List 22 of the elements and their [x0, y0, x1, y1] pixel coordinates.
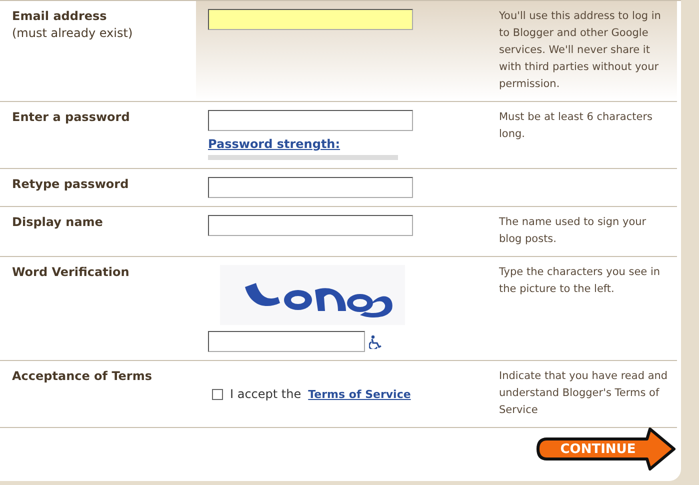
accept-label: I accept the	[230, 387, 302, 401]
wheelchair-icon[interactable]	[369, 334, 382, 348]
help-text: Type the characters you see in the picture to the left.	[499, 265, 662, 297]
input-field[interactable]	[208, 177, 413, 198]
password-strength-link[interactable]: Password strength:	[208, 137, 340, 151]
help-text: You'll use this address to log in to Blogger and other Google services. We'll never share it with third parties without your permission.	[499, 9, 662, 92]
checkbox[interactable]	[212, 388, 223, 400]
help-text: The name used to sign your blog posts.	[499, 215, 648, 247]
input-field[interactable]	[208, 331, 365, 352]
field-label: Retype password	[12, 177, 130, 191]
terms-of-service-link[interactable]: Terms of Service	[308, 388, 411, 400]
help-text: Indicate that you have read and understand Blogger's Terms of Service	[499, 369, 669, 418]
field-label: Acceptance of Terms	[12, 369, 153, 383]
field-label: Enter a password	[12, 110, 131, 124]
field-sublabel: (must already exist)	[12, 26, 134, 40]
field-label: Email address	[12, 9, 108, 23]
field-label: Word Verification	[12, 265, 130, 279]
input-field[interactable]	[208, 215, 413, 236]
input-field[interactable]	[208, 9, 413, 30]
field-label: Display name	[12, 215, 104, 229]
input-field[interactable]	[208, 110, 413, 131]
help-text: Must be at least 6 characters long.	[499, 110, 654, 142]
